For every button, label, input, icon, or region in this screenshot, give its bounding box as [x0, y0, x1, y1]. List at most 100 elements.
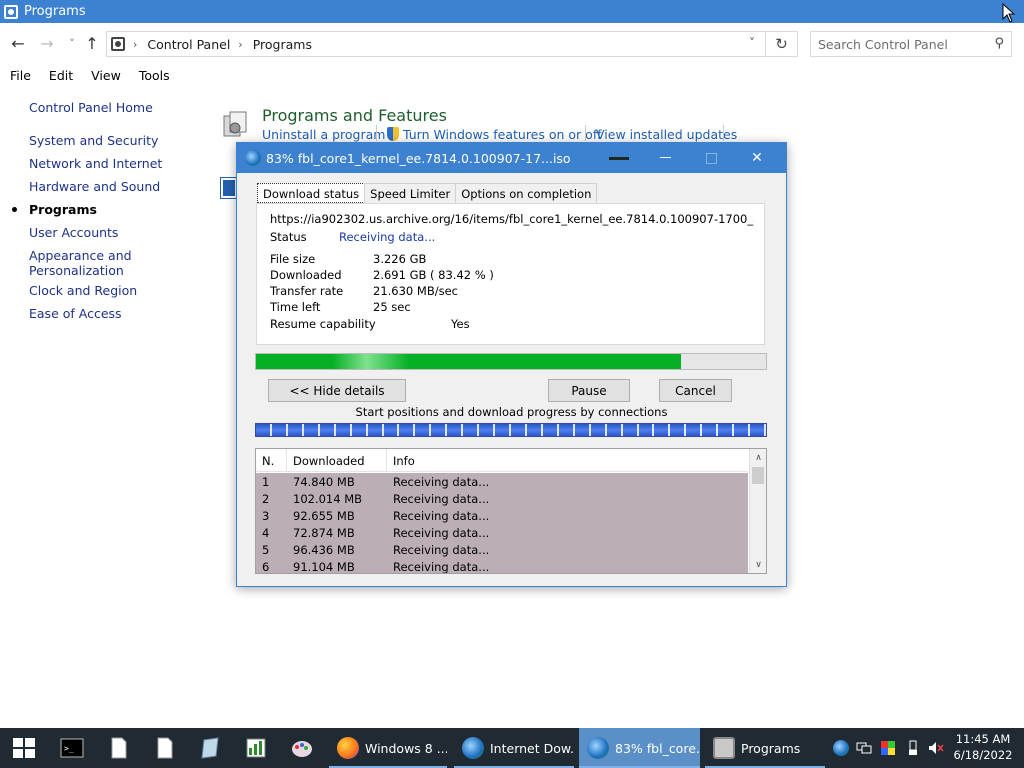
notebook-icon[interactable] — [198, 736, 222, 760]
breadcrumb-control-panel[interactable]: Control Panel — [147, 37, 230, 52]
breadcrumb-programs[interactable]: Programs — [253, 37, 312, 52]
refresh-button[interactable]: ↻ — [766, 31, 798, 57]
taskbar-app-firefox[interactable]: Windows 8 ... — [329, 728, 447, 768]
taskbar-app-download-dialog[interactable]: 83% fbl_core... — [579, 728, 700, 768]
volume-muted-icon[interactable] — [928, 740, 944, 756]
hide-details-button[interactable]: << Hide details — [268, 379, 406, 402]
list-header: N. Downloaded Info — [256, 449, 748, 472]
scroll-up-button[interactable]: ∧ — [750, 449, 766, 466]
menu-view[interactable]: View — [74, 66, 121, 86]
start-button[interactable] — [12, 736, 36, 760]
table-row[interactable]: 2 102.014 MB Receiving data... — [256, 490, 748, 507]
connection-segment — [447, 424, 464, 436]
sidebar-item-control-panel-home[interactable]: Control Panel Home — [29, 100, 153, 115]
view-updates-link[interactable]: View installed updates — [596, 127, 737, 142]
idm-tray-icon[interactable] — [833, 740, 849, 756]
connection-segment — [399, 424, 416, 436]
connection-segment — [303, 424, 320, 436]
download-dialog: 83% fbl_core1_kernel_ee.7814.0.100907-17… — [236, 142, 787, 587]
column-header-number[interactable]: N. — [256, 449, 287, 472]
cancel-button[interactable]: Cancel — [659, 379, 732, 402]
taskbar-app-idm[interactable]: Internet Dow... — [454, 728, 574, 768]
turn-features-label: Turn Windows features on or off — [403, 127, 602, 142]
connection-info: Receiving data... — [393, 475, 490, 489]
firefox-icon — [337, 737, 359, 759]
command-prompt-icon[interactable]: >_ — [60, 736, 84, 760]
clock-time: 11:45 AM — [955, 732, 1011, 746]
forward-button[interactable]: → — [37, 33, 57, 53]
back-button[interactable]: ← — [8, 33, 28, 53]
menu-edit[interactable]: Edit — [32, 66, 73, 86]
dialog-titlebar[interactable]: 83% fbl_core1_kernel_ee.7814.0.100907-17… — [237, 143, 786, 173]
transfer-rate-label: Transfer rate — [270, 284, 344, 298]
network-icon[interactable] — [856, 740, 872, 756]
sidebar-item-clock-region[interactable]: Clock and Region — [29, 283, 137, 298]
uninstall-program-link[interactable]: Uninstall a program — [262, 127, 385, 142]
link-divider — [376, 125, 377, 141]
sidebar-item-network-internet[interactable]: Network and Internet — [29, 156, 162, 171]
connection-segment — [734, 424, 751, 436]
connection-segment — [542, 424, 559, 436]
dialog-title: 83% fbl_core1_kernel_ee.7814.0.100907-17… — [266, 150, 571, 166]
table-row[interactable]: 1 74.840 MB Receiving data... — [256, 473, 748, 490]
sidebar-item-user-accounts[interactable]: User Accounts — [29, 225, 118, 240]
pause-button[interactable]: Pause — [548, 379, 630, 402]
column-header-downloaded[interactable]: Downloaded — [287, 449, 387, 472]
sidebar-item-hardware-sound[interactable]: Hardware and Sound — [29, 179, 160, 194]
sidebar-item-ease-of-access[interactable]: Ease of Access — [29, 306, 122, 321]
paint-icon[interactable] — [290, 736, 314, 760]
search-input[interactable]: Search Control Panel ⚲ — [810, 31, 1012, 57]
search-icon: ⚲ — [994, 36, 1004, 51]
close-button[interactable]: ✕ — [734, 143, 780, 173]
table-row[interactable]: 4 72.874 MB Receiving data... — [256, 524, 748, 541]
status-value: Receiving data... — [339, 230, 436, 244]
connection-segment — [558, 424, 575, 436]
table-row[interactable]: 5 96.436 MB Receiving data... — [256, 541, 748, 558]
sidebar-item-programs[interactable]: Programs — [12, 202, 97, 217]
connection-segment — [431, 424, 448, 436]
sidebar-item-personalization[interactable]: Personalization — [29, 263, 124, 278]
idm-icon — [462, 737, 484, 759]
connection-number: 3 — [262, 509, 270, 523]
connections-progress-bar — [255, 423, 767, 437]
programs-features-title[interactable]: Programs and Features — [262, 106, 447, 125]
progress-fill — [256, 354, 682, 369]
notepad-icon[interactable] — [107, 736, 131, 760]
connections-list[interactable]: N. Downloaded Info 1 74.840 MB Receiving d… — [255, 448, 767, 574]
taskbar-app-label: Windows 8 ... — [365, 740, 447, 756]
taskbar-clock[interactable]: 11:45 AM 6/18/2022 — [948, 731, 1018, 763]
sidebar-item-system-security[interactable]: System and Security — [29, 133, 158, 148]
connections-caption: Start positions and download progress by… — [355, 405, 668, 419]
tab-speed-limiter[interactable]: Speed Limiter — [364, 183, 457, 203]
usb-device-icon[interactable] — [905, 740, 921, 756]
recent-locations-button[interactable]: ˅ — [62, 33, 82, 53]
maximize-button[interactable] — [688, 143, 734, 173]
sidebar-item-appearance[interactable]: Appearance and — [29, 248, 132, 263]
idm-icon — [245, 150, 261, 166]
scroll-thumb[interactable] — [752, 467, 764, 484]
resume-capability-value: Yes — [451, 317, 470, 331]
list-scrollbar[interactable]: ∧ ∨ — [749, 449, 766, 573]
up-button[interactable]: ↑ — [82, 33, 102, 53]
breadcrumb-separator: › — [238, 37, 243, 51]
turn-features-link[interactable]: Turn Windows features on or off — [387, 127, 601, 142]
table-row[interactable]: 3 92.655 MB Receiving data... — [256, 507, 748, 524]
download-info-panel: https://ia902302.us.archive.org/16/items… — [256, 203, 765, 345]
spreadsheet-icon[interactable] — [244, 736, 268, 760]
color-picker-icon[interactable] — [880, 740, 896, 756]
address-bar[interactable]: › Control Panel › Programs ˅ — [106, 31, 766, 57]
column-header-info[interactable]: Info — [387, 449, 748, 472]
connection-segment — [351, 424, 368, 436]
menu-tools[interactable]: Tools — [122, 66, 170, 86]
address-dropdown-icon[interactable]: ˅ — [749, 36, 755, 50]
table-row[interactable]: 6 91.104 MB Receiving data... — [256, 558, 748, 573]
document-icon[interactable] — [153, 736, 177, 760]
tab-download-status[interactable]: Download status — [257, 183, 366, 203]
minimize-button[interactable] — [642, 143, 688, 173]
tab-options-on-completion[interactable]: Options on completion — [455, 183, 598, 203]
taskbar-app-programs[interactable]: Programs — [705, 728, 825, 768]
menu-file[interactable]: File — [0, 66, 31, 86]
scroll-down-button[interactable]: ∨ — [750, 556, 766, 573]
link-divider — [723, 125, 724, 141]
transfer-rate-value: 21.630 MB/sec — [373, 284, 458, 298]
